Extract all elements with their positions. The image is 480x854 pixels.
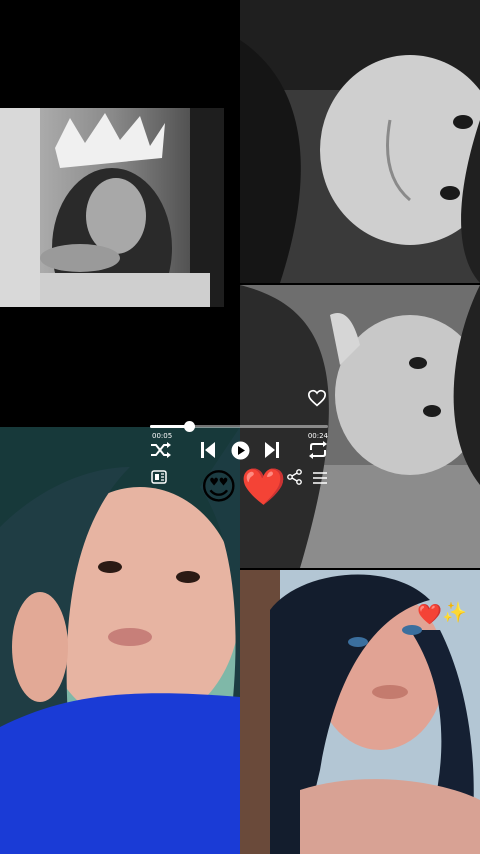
queue-icon [313, 472, 327, 484]
shuffle-icon [151, 442, 171, 458]
skip-previous-icon [201, 442, 215, 458]
next-button[interactable] [264, 441, 280, 463]
lyrics-icon [151, 470, 167, 484]
heart-outline-icon [307, 389, 327, 407]
skip-next-icon [265, 442, 279, 458]
photo-closeup-bw [240, 0, 480, 283]
music-player: 00:05 00:24 [150, 410, 330, 490]
repeat-button[interactable] [308, 441, 328, 463]
total-time: 00:24 [307, 432, 328, 440]
share-icon [287, 469, 302, 485]
like-button[interactable] [307, 389, 327, 407]
progress-bar[interactable] [150, 421, 328, 432]
repeat-icon [309, 441, 327, 459]
heart-eyes-emoji: 😍 [200, 467, 238, 508]
sparkles-emoji: ✨ [442, 600, 467, 624]
red-heart-emoji: ❤️ [241, 467, 286, 508]
share-button[interactable] [287, 469, 303, 489]
previous-button[interactable] [200, 441, 216, 463]
elapsed-time: 00:05 [152, 432, 173, 440]
photo-crown-portrait [0, 108, 224, 307]
play-button[interactable] [231, 441, 250, 464]
small-heart-emoji: ❤️ [417, 602, 442, 626]
lyrics-button[interactable] [151, 469, 167, 488]
shuffle-button[interactable] [150, 441, 172, 463]
progress-knob[interactable] [184, 421, 196, 432]
queue-button[interactable] [312, 470, 328, 489]
play-icon [231, 441, 250, 460]
